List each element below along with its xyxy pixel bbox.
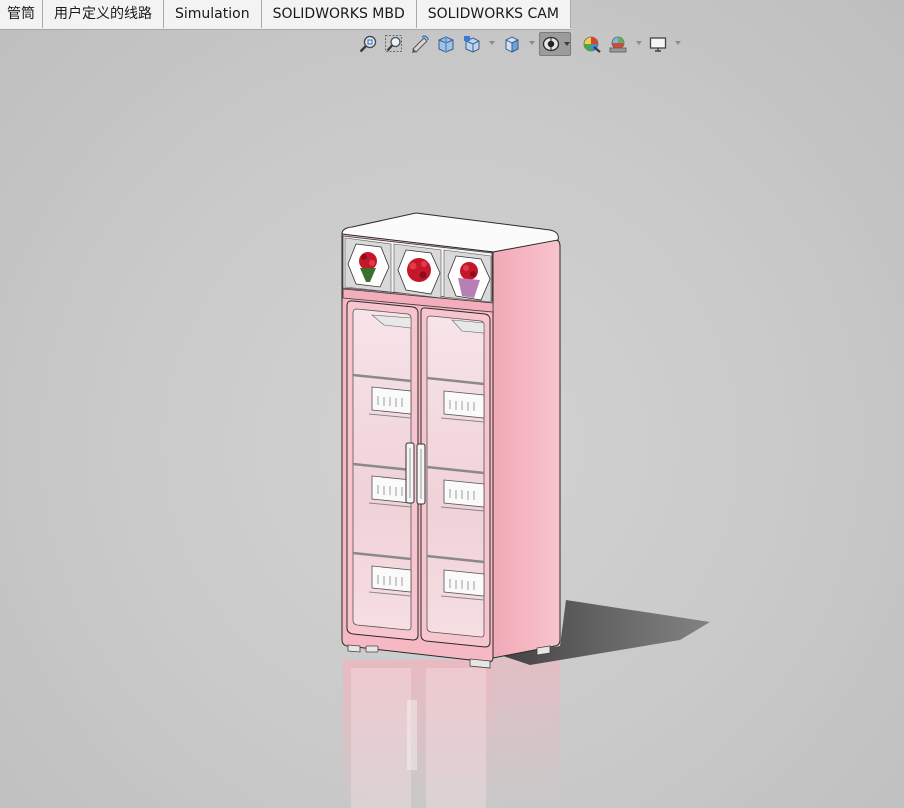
tab-solidworks-cam[interactable]: SOLIDWORKS CAM	[416, 0, 571, 28]
flower-display-cabinet[interactable]	[341, 212, 561, 669]
tab-routing-pipes[interactable]: 管筒	[0, 0, 43, 28]
command-manager-tabs: 管筒 用户定义的线路 Simulation SOLIDWORKS MBD SOL…	[0, 0, 571, 30]
flower-picture-left	[344, 237, 392, 293]
tab-simulation[interactable]: Simulation	[164, 0, 262, 28]
flower-picture-middle	[393, 243, 442, 299]
flower-picture-right	[443, 249, 492, 303]
tab-solidworks-mbd[interactable]: SOLIDWORKS MBD	[261, 0, 417, 28]
graphics-viewport[interactable]	[0, 30, 904, 808]
right-glass-door[interactable]	[420, 307, 491, 648]
floor-reflection	[343, 650, 560, 808]
model-scene	[341, 212, 710, 808]
cabinet-side-panel	[492, 239, 561, 659]
tab-user-defined-routing[interactable]: 用户定义的线路	[43, 0, 164, 28]
